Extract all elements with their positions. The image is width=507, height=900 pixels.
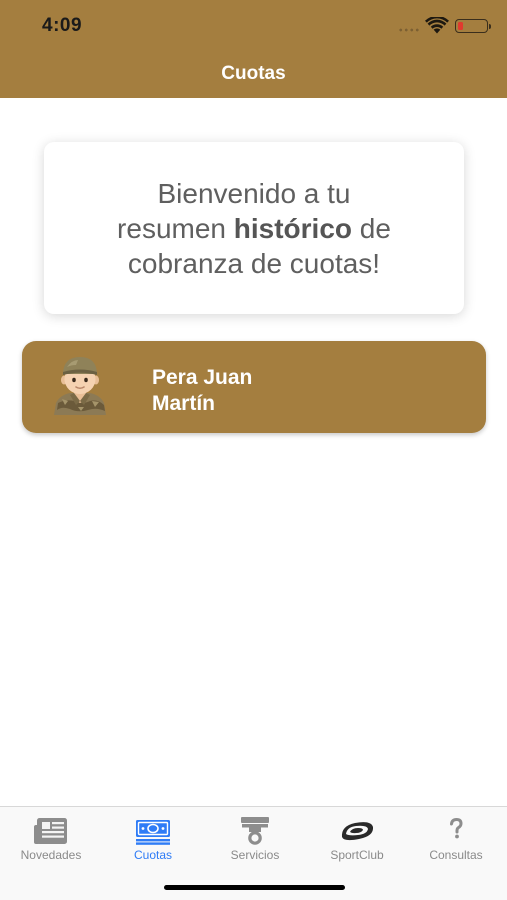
sportclub-logo-icon [341, 822, 374, 841]
question-icon [450, 817, 463, 839]
status-time: 4:09 [42, 15, 83, 36]
tab-novedades[interactable]: Novedades [0, 807, 102, 871]
soldier-avatar-icon [54, 357, 106, 415]
tab-sportclub[interactable]: SportClub [306, 807, 408, 871]
member-name: Pera Juan Martín [152, 365, 342, 417]
welcome-line-2-prefix: resumen [117, 212, 234, 244]
welcome-line-3: cobranza de cuotas! [127, 247, 381, 279]
welcome-message: Bienvenido a tu resumen histórico de cob… [117, 176, 391, 281]
welcome-card: Bienvenido a tu resumen histórico de cob… [44, 142, 464, 314]
tab-label-novedades: Novedades [20, 848, 82, 862]
tab-label-cuotas: Cuotas [133, 848, 173, 862]
battery-icon [455, 19, 491, 33]
newspaper-icon [34, 818, 67, 844]
tab-label-servicios: Servicios [230, 848, 280, 862]
tab-label-sportclub: SportClub [330, 848, 384, 862]
tab-consultas[interactable]: Consultas [405, 807, 507, 871]
medal-icon [241, 817, 269, 845]
banknote-icon [136, 820, 170, 845]
member-name-line-1: Pera Juan [152, 366, 253, 389]
welcome-line-1: Bienvenido a tu [157, 177, 351, 209]
welcome-line-2-suffix: de [352, 212, 391, 244]
member-name-line-2: Martín [152, 392, 215, 415]
page-title: Cuotas [221, 63, 286, 84]
welcome-line-2-highlight: histórico [233, 212, 352, 244]
home-indicator [164, 885, 345, 890]
tab-label-consultas: Consultas [429, 848, 483, 862]
wifi-icon [425, 17, 449, 34]
member-card[interactable]: Pera Juan Martín [22, 341, 486, 433]
tab-servicios[interactable]: Servicios [204, 807, 306, 871]
cellular-signal-icon [398, 28, 420, 32]
header-bar: 4:09 Cuotas [0, 0, 507, 98]
tab-cuotas[interactable]: Cuotas [102, 807, 204, 871]
